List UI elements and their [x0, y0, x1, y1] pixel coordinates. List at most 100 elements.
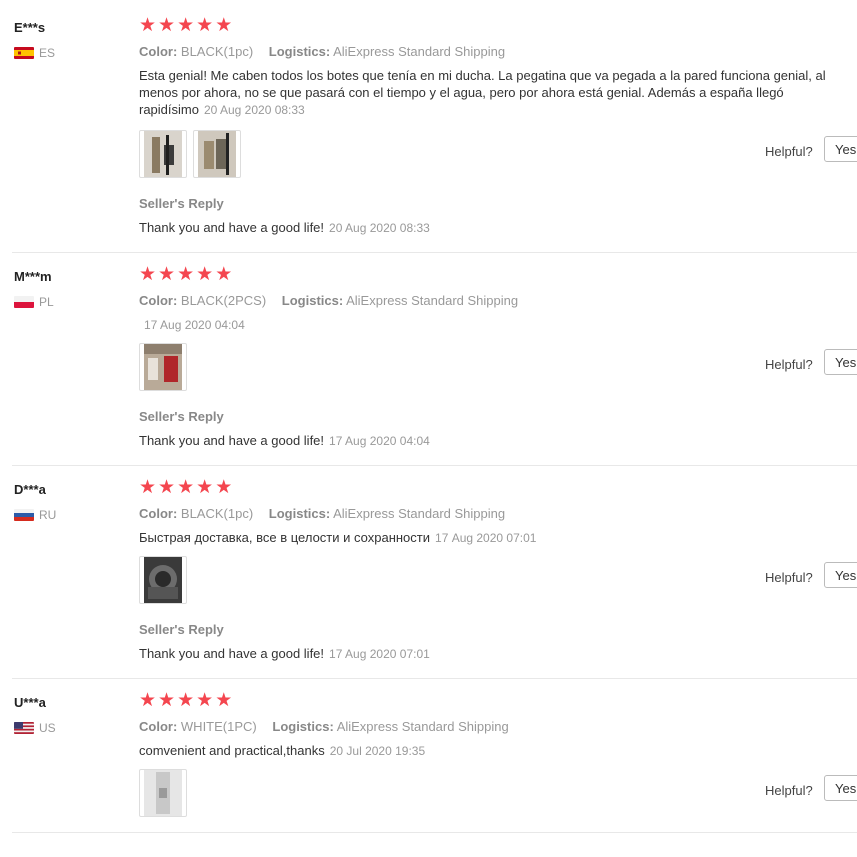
- color-label: Color:: [139, 506, 178, 521]
- seller-reply: Thank you and have a good life! 17 Aug 20…: [139, 646, 430, 661]
- review-date: 17 Aug 2020 07:01: [435, 531, 537, 545]
- star-icon: ★: [196, 689, 214, 711]
- review-content: Быстрая доставка, все в целости и сохран…: [139, 529, 851, 547]
- review-attributes: Color: BLACK(2PCS) Logistics: AliExpress…: [139, 293, 530, 308]
- star-icon: ★: [215, 14, 233, 36]
- review-photo-thumbnail[interactable]: [139, 343, 187, 391]
- review-photos: [139, 556, 187, 604]
- color-label: Color:: [139, 719, 178, 734]
- photo-image: [144, 557, 182, 603]
- star-icon: ★: [177, 263, 195, 285]
- photo-image: [144, 770, 182, 816]
- country-code: ES: [39, 46, 56, 60]
- seller-reply-date: 17 Aug 2020 07:01: [329, 647, 430, 661]
- star-icon: ★: [196, 263, 214, 285]
- star-icon: ★: [215, 263, 233, 285]
- russia-flag-icon: [14, 509, 34, 521]
- reviewer-name: E***s: [14, 20, 46, 35]
- country-code: RU: [39, 508, 57, 522]
- reviewer-name: D***a: [14, 482, 46, 497]
- review-content: Esta genial! Me caben todos los botes qu…: [139, 67, 851, 119]
- logistics-value: AliExpress Standard Shipping: [333, 44, 506, 59]
- photo-image: [198, 131, 236, 177]
- us-flag-icon: [14, 722, 34, 734]
- review-photo-thumbnail[interactable]: [139, 130, 187, 178]
- helpful-label: Helpful?: [765, 783, 813, 798]
- star-rating: ★ ★ ★ ★ ★: [139, 478, 232, 497]
- review-content: comvenient and practical,thanks 20 Jul 20…: [139, 742, 851, 760]
- review-photo-thumbnail[interactable]: [139, 556, 187, 604]
- star-icon: ★: [139, 689, 157, 711]
- logistics-value: AliExpress Standard Shipping: [333, 506, 506, 521]
- review-divider: [12, 252, 857, 253]
- helpful-yes-button[interactable]: Yes: [824, 562, 857, 588]
- seller-reply: Thank you and have a good life! 20 Aug 20…: [139, 220, 430, 235]
- review-photo-thumbnail[interactable]: [193, 130, 241, 178]
- star-icon: ★: [196, 14, 214, 36]
- review-date: 20 Jul 2020 19:35: [329, 744, 426, 758]
- color-value: BLACK(1pc): [180, 44, 254, 59]
- star-icon: ★: [139, 14, 157, 36]
- star-icon: ★: [139, 263, 157, 285]
- star-icon: ★: [139, 476, 157, 498]
- star-icon: ★: [196, 476, 214, 498]
- reviewer-country: US: [14, 721, 56, 735]
- helpful-yes-button[interactable]: Yes: [824, 775, 857, 801]
- review-text: comvenient and practical,thanks: [139, 743, 325, 758]
- seller-reply-text: Thank you and have a good life!: [139, 646, 325, 661]
- seller-reply-title: Seller's Reply: [139, 622, 224, 637]
- logistics-value: AliExpress Standard Shipping: [336, 719, 509, 734]
- country-code: US: [39, 721, 56, 735]
- review-photo-thumbnail[interactable]: [139, 769, 187, 817]
- country-code: PL: [39, 295, 54, 309]
- photo-image: [144, 131, 182, 177]
- seller-reply-text: Thank you and have a good life!: [139, 433, 325, 448]
- reviewer-country: PL: [14, 295, 54, 309]
- review-divider: [12, 678, 857, 679]
- logistics-label: Logistics:: [268, 506, 331, 521]
- review-content: 17 Aug 2020 04:04: [139, 316, 851, 334]
- review-photos: [139, 130, 241, 178]
- review-date: 20 Aug 2020 08:33: [203, 103, 305, 117]
- review-photos: [139, 769, 187, 817]
- star-icon: ★: [158, 476, 176, 498]
- seller-reply: Thank you and have a good life! 17 Aug 20…: [139, 433, 430, 448]
- helpful-yes-button[interactable]: Yes: [824, 349, 857, 375]
- star-rating: ★ ★ ★ ★ ★: [139, 16, 232, 35]
- helpful-label: Helpful?: [765, 357, 813, 372]
- review-text: Быстрая доставка, все в целости и сохран…: [139, 530, 431, 545]
- color-value: BLACK(1pc): [180, 506, 254, 521]
- star-icon: ★: [158, 14, 176, 36]
- review-attributes: Color: WHITE(1PC) Logistics: AliExpress …: [139, 719, 521, 734]
- seller-reply-date: 17 Aug 2020 04:04: [329, 434, 430, 448]
- logistics-label: Logistics:: [281, 293, 344, 308]
- color-value: WHITE(1PC): [180, 719, 257, 734]
- seller-reply-date: 20 Aug 2020 08:33: [329, 221, 430, 235]
- reviewer-name: M***m: [14, 269, 52, 284]
- seller-reply-text: Thank you and have a good life!: [139, 220, 325, 235]
- helpful-label: Helpful?: [765, 144, 813, 159]
- review-photos: [139, 343, 187, 391]
- color-label: Color:: [139, 44, 178, 59]
- reviewer-country: RU: [14, 508, 56, 522]
- color-label: Color:: [139, 293, 178, 308]
- helpful-yes-button[interactable]: Yes: [824, 136, 857, 162]
- star-icon: ★: [177, 689, 195, 711]
- review-divider: [12, 832, 857, 833]
- star-icon: ★: [215, 476, 233, 498]
- seller-reply-title: Seller's Reply: [139, 196, 224, 211]
- star-icon: ★: [177, 14, 195, 36]
- spain-flag-icon: [14, 47, 34, 59]
- poland-flag-icon: [14, 296, 34, 308]
- star-rating: ★ ★ ★ ★ ★: [139, 265, 232, 284]
- logistics-value: AliExpress Standard Shipping: [346, 293, 519, 308]
- star-icon: ★: [177, 476, 195, 498]
- helpful-label: Helpful?: [765, 570, 813, 585]
- review-divider: [12, 465, 857, 466]
- reviewer-country: ES: [14, 46, 55, 60]
- star-rating: ★ ★ ★ ★ ★: [139, 691, 232, 710]
- review-attributes: Color: BLACK(1pc) Logistics: AliExpress …: [139, 44, 517, 59]
- seller-reply-title: Seller's Reply: [139, 409, 224, 424]
- reviewer-name: U***a: [14, 695, 46, 710]
- star-icon: ★: [158, 263, 176, 285]
